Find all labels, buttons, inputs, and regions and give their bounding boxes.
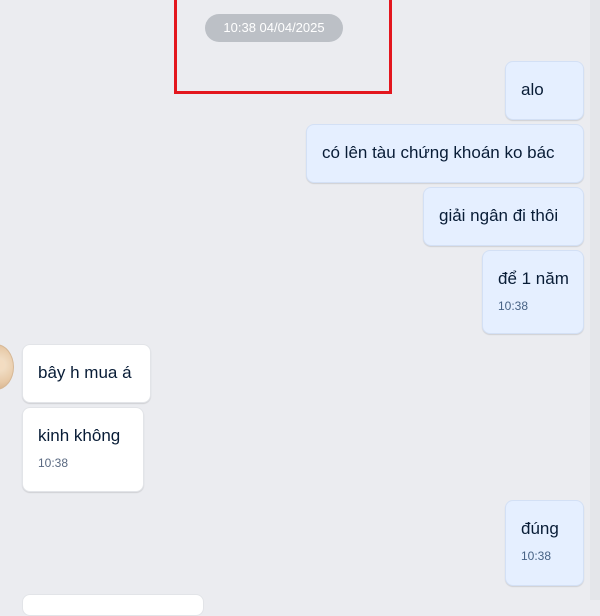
contact-avatar[interactable] [0, 344, 14, 390]
message-bubble-sent[interactable]: có lên tàu chứng khoán ko bác [306, 124, 584, 183]
message-bubble-received-partial[interactable] [22, 594, 204, 616]
message-text: có lên tàu chứng khoán ko bác [322, 143, 555, 162]
message-bubble-sent[interactable]: alo [505, 61, 584, 120]
highlight-annotation-box [174, 0, 392, 94]
message-bubble-sent[interactable]: để 1 năm 10:38 [482, 250, 584, 334]
message-text: bây h mua á [38, 363, 132, 382]
message-timestamp: 10:38 [38, 456, 69, 470]
message-text: đúng [521, 519, 559, 538]
chat-message-area[interactable]: 10:38 04/04/2025 alo có lên tàu chứng kh… [0, 0, 600, 616]
message-bubble-received[interactable]: kinh không 10:38 [22, 407, 144, 492]
message-bubble-sent[interactable]: đúng 10:38 [505, 500, 584, 586]
message-timestamp: 10:38 [498, 299, 529, 313]
message-text: giải ngân đi thôi [439, 206, 559, 225]
message-text: để 1 năm [498, 269, 569, 288]
message-text: alo [521, 80, 544, 99]
message-bubble-sent[interactable]: giải ngân đi thôi [423, 187, 584, 246]
scrollbar[interactable] [590, 0, 600, 600]
message-bubble-received[interactable]: bây h mua á [22, 344, 151, 403]
message-text: kinh không [38, 426, 121, 445]
message-timestamp: 10:38 [521, 549, 552, 563]
